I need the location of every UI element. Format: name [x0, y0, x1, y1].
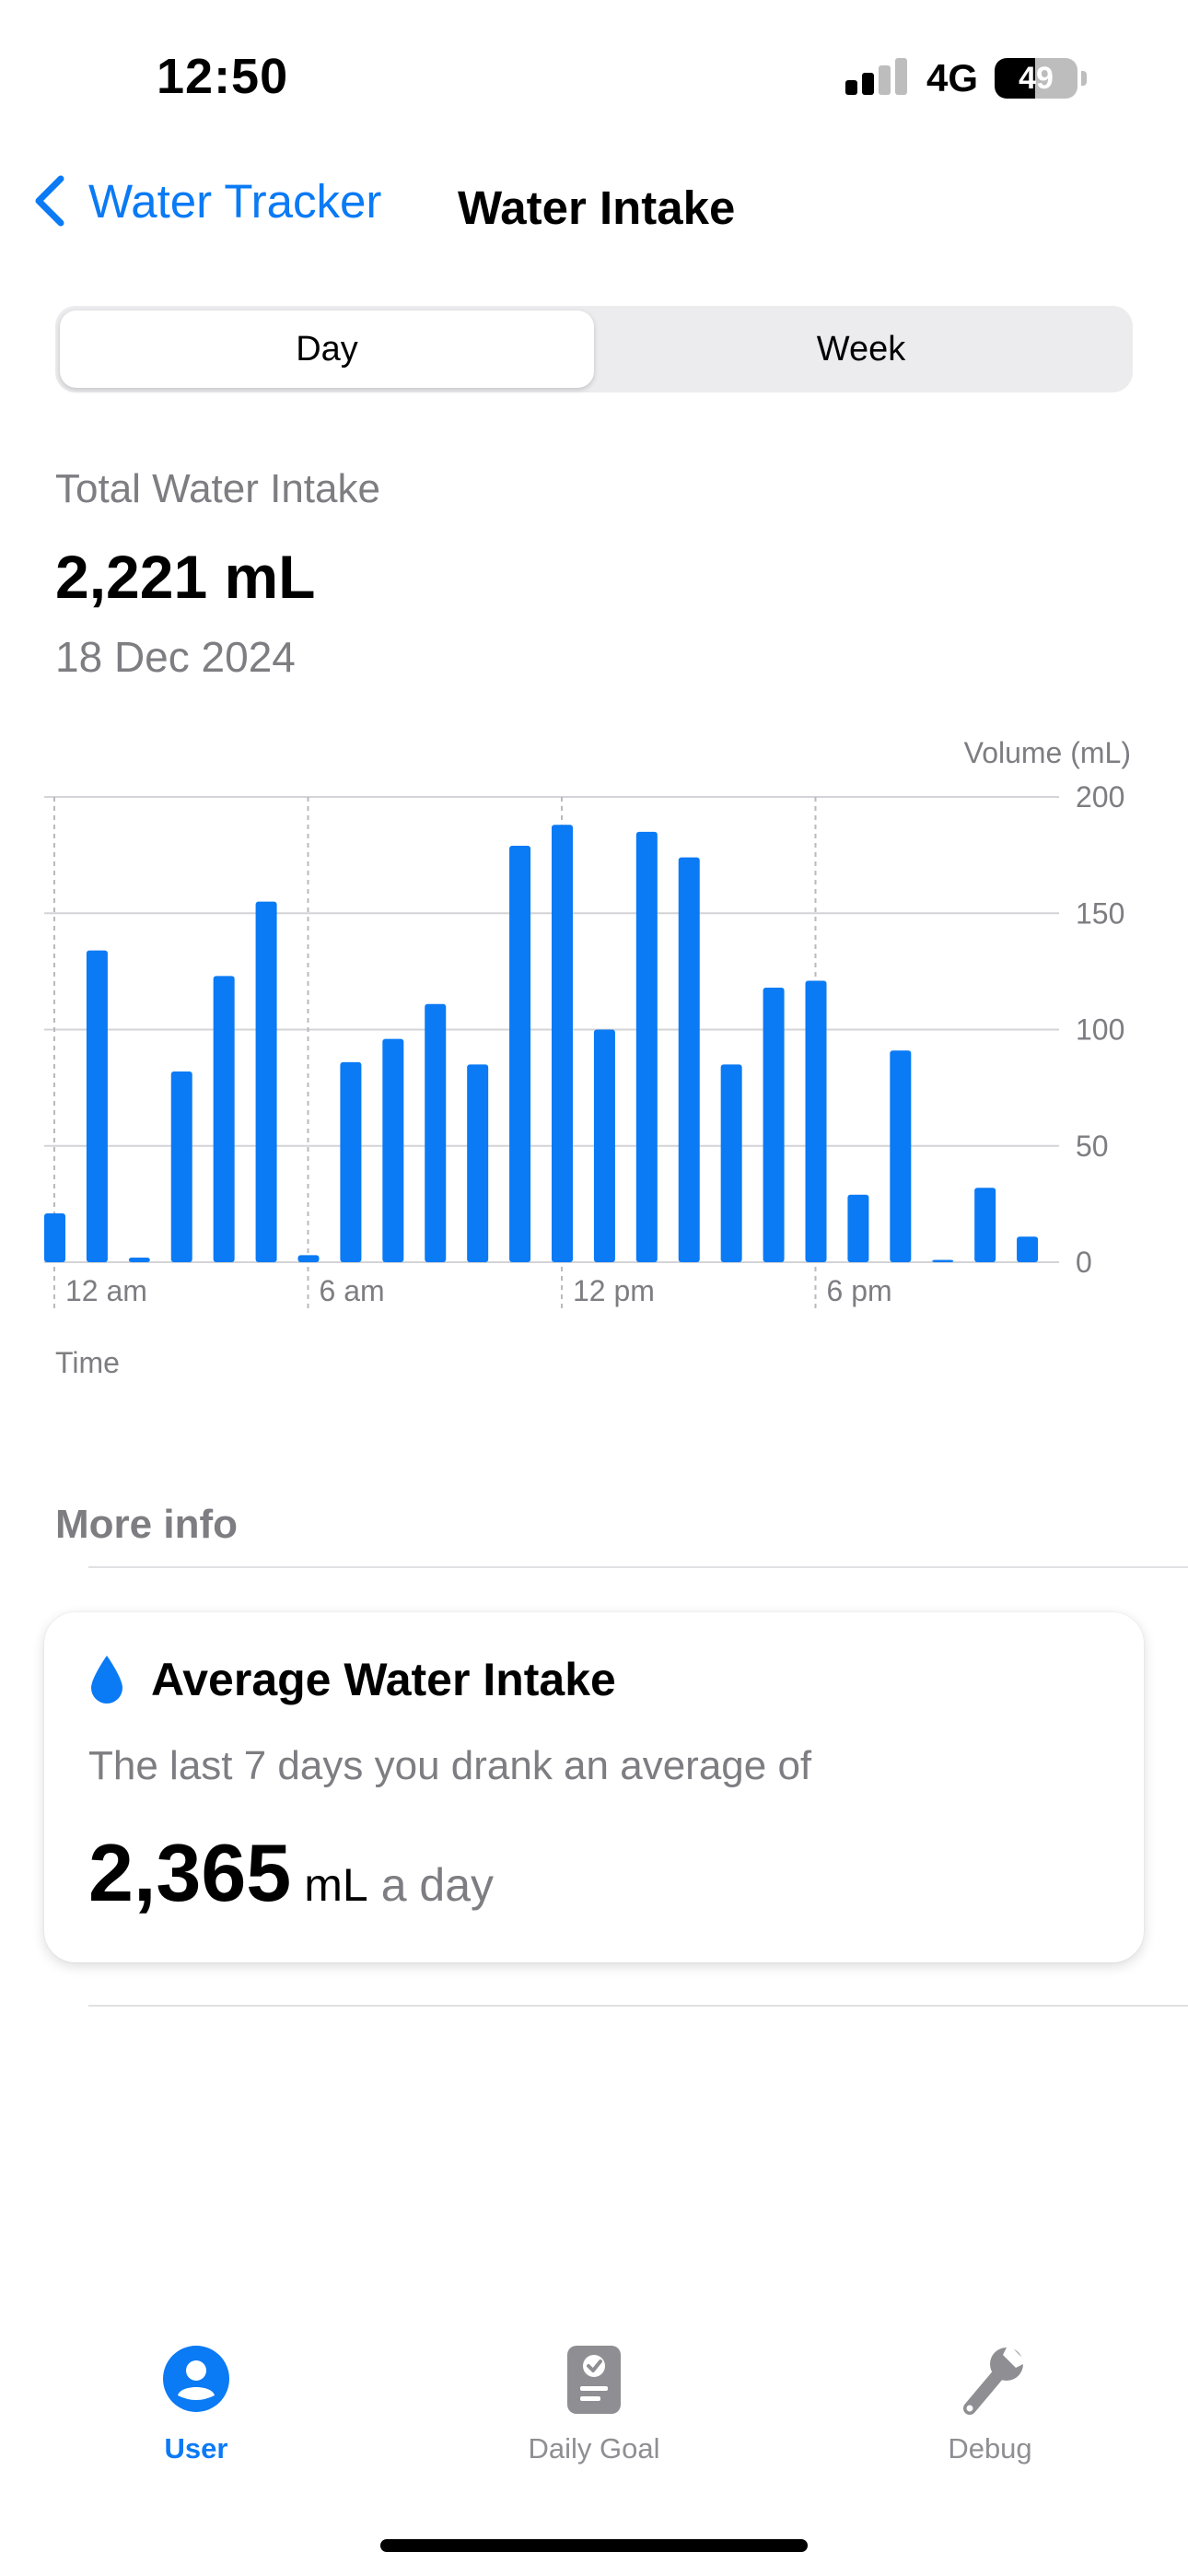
tab-daily-goal[interactable]: Daily Goal [456, 2340, 732, 2465]
chart-bar [213, 976, 235, 1262]
average-unit: mL [304, 1859, 368, 1911]
clipboard-check-icon [567, 2346, 621, 2414]
divider-top [88, 1566, 1188, 1568]
y-tick-label: 0 [1076, 1246, 1092, 1279]
water-intake-bar-chart: Volume (mL) 0 50 100 150 200 12 am 6 am 12 pm 6 p… [44, 736, 1131, 1379]
user-circle-icon [163, 2346, 229, 2412]
divider-bottom [88, 2005, 1188, 2007]
chart-bar [340, 1061, 362, 1262]
total-intake-value: 2,221 mL [55, 543, 316, 611]
chart-bar [128, 1257, 150, 1262]
y-tick-label: 50 [1076, 1130, 1109, 1163]
chart-bar [467, 1064, 489, 1262]
y-tick-label: 100 [1076, 1013, 1124, 1047]
network-type: 4G [926, 56, 978, 100]
status-right: 4G 49 [844, 55, 1087, 101]
card-header: Average Water Intake [88, 1653, 616, 1706]
average-intake-card[interactable]: Average Water Intake The last 7 days you… [44, 1612, 1144, 1962]
segment-day[interactable]: Day [60, 310, 594, 388]
tab-debug-label: Debug [948, 2432, 1032, 2465]
chart-bar [847, 1194, 869, 1262]
average-value: 2,365 [88, 1827, 292, 1918]
more-info-heading: More info [55, 1502, 238, 1547]
chart-bar [382, 1038, 404, 1262]
page-title: Water Intake [458, 181, 736, 234]
tab-user-label: User [164, 2432, 228, 2465]
total-intake-label: Total Water Intake [55, 466, 380, 511]
tab-debug[interactable]: Debug [852, 2340, 1128, 2465]
tab-bar: User Daily Goal Debug [0, 2340, 1188, 2488]
tab-user[interactable]: User [58, 2340, 334, 2465]
signal-icon [844, 58, 910, 99]
average-suffix: a day [380, 1859, 495, 1911]
battery-percent: 49 [1019, 60, 1054, 96]
card-subtitle: The last 7 days you drank an average of [88, 1743, 812, 1788]
card-title: Average Water Intake [151, 1654, 616, 1705]
card-value-row: 2,365 mL a day [88, 1826, 494, 1920]
x-tick-label: 6 pm [827, 1274, 892, 1307]
chart-bar [593, 1029, 615, 1262]
chart-bar [974, 1188, 996, 1262]
x-tick-label: 12 am [65, 1274, 147, 1307]
segment-week[interactable]: Week [594, 310, 1128, 388]
chart-bar [932, 1259, 954, 1262]
chart-bar [1017, 1236, 1039, 1262]
water-drop-icon [91, 1656, 122, 1704]
chart-bar [763, 988, 785, 1262]
x-tick-label: 12 pm [573, 1274, 655, 1307]
y-tick-label: 200 [1076, 780, 1124, 814]
wrench-icon [963, 2344, 1027, 2415]
screen: 12:50 4G 49 Water Tracker Water Intake D… [0, 0, 1188, 2576]
back-button-label: Water Tracker [88, 174, 382, 228]
chart-bar [635, 831, 658, 1262]
back-button[interactable]: Water Tracker [31, 173, 381, 228]
tab-daily-goal-label: Daily Goal [528, 2432, 660, 2465]
chevron-left-icon [35, 175, 64, 227]
chart-bar [890, 1050, 912, 1262]
status-time: 12:50 [157, 49, 289, 104]
day-week-segmented-control: Day Week [55, 306, 1133, 392]
y-axis-title: Volume (mL) [964, 736, 1131, 769]
chart-bar [678, 857, 700, 1262]
x-tick-label: 6 am [320, 1274, 385, 1307]
chart-bar [425, 1003, 447, 1262]
chart-bar [552, 825, 573, 1262]
chart-bar [86, 950, 108, 1262]
chart-bar [805, 980, 827, 1262]
y-tick-label: 150 [1076, 896, 1124, 930]
home-indicator [380, 2539, 808, 2552]
x-axis-title: Time [55, 1346, 120, 1379]
chart-bar [44, 1212, 65, 1262]
chart-bar [509, 846, 531, 1262]
chart-bar [720, 1064, 742, 1262]
battery-cap [1081, 71, 1087, 86]
chart-bar [170, 1071, 192, 1262]
summary-date: 18 Dec 2024 [55, 633, 296, 681]
chart-bar [297, 1255, 320, 1262]
chart-bar [255, 901, 277, 1262]
battery-icon: 49 [995, 58, 1077, 99]
